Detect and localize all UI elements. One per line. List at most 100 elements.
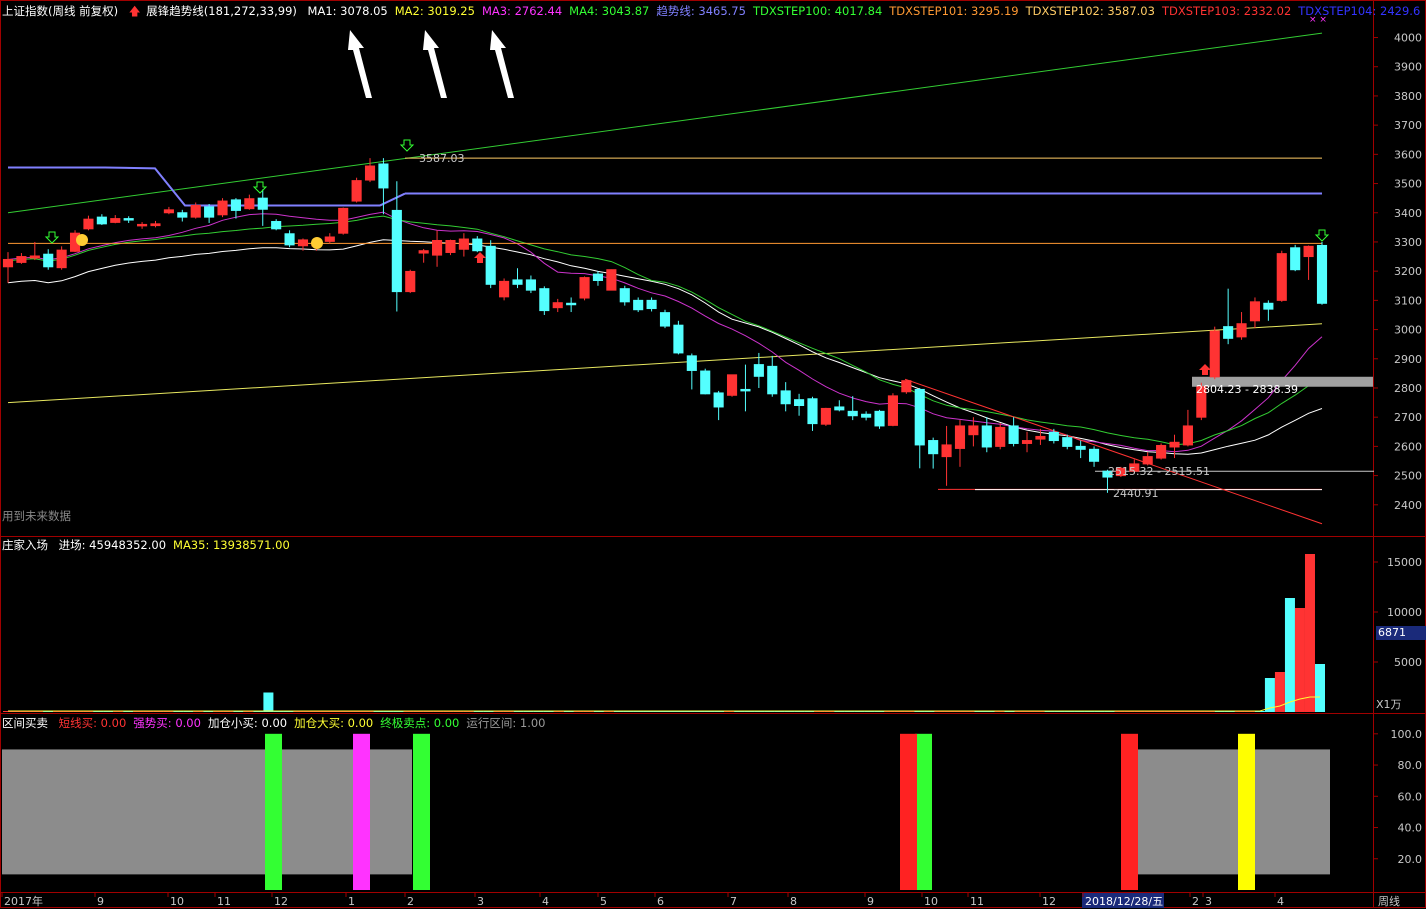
signal-header-item-0: 短线买: 0.00: [58, 716, 127, 730]
indicator-name: 展锋趋势线(181,272,33,99): [146, 4, 297, 18]
candle-body: [606, 269, 617, 291]
candle-body: [1062, 437, 1073, 447]
candle-body: [1075, 445, 1086, 450]
candle-body: [485, 245, 496, 285]
candle-body: [1209, 330, 1220, 378]
candle-body: [163, 209, 174, 214]
down-arrow-icon: [399, 139, 415, 152]
main-ytick-label: 2700: [1394, 411, 1422, 424]
ma4-line: [7, 215, 1323, 446]
candle-body: [887, 395, 898, 426]
xaxis-label: 1: [348, 895, 355, 908]
main-header-item-1: MA2: 3019.25: [394, 4, 475, 18]
candle-body: [686, 355, 697, 371]
main-chart-svg[interactable]: 2400 2500 2600 2700 2800 2900 3000 3100 3200 3300…: [0, 0, 1426, 908]
current-volume-badge: 6871: [1376, 626, 1426, 640]
xaxis-label: 10: [170, 895, 184, 908]
candle-body: [1048, 431, 1059, 442]
signal-ytick-label: 100.0: [1391, 728, 1423, 741]
xaxis-label: 3: [477, 895, 484, 908]
main-header-item-8: TDXSTEP103: 2332.02: [1161, 4, 1292, 18]
volume-bar: [263, 692, 274, 712]
candle-body: [432, 239, 443, 256]
candle-body: [1182, 425, 1193, 446]
candle-body: [1169, 441, 1180, 448]
candle-body: [297, 239, 309, 247]
main-header: 上证指数(周线 前复权) 🡅 展锋趋势线(181,272,33,99) MA1:…: [2, 3, 1426, 19]
candle-body: [1303, 245, 1314, 258]
signal-header-item-2: 加仓小买: 0.00: [207, 716, 288, 730]
volume-header: 庄家入场 进场: 45948352.00 MA35: 13938571.00: [2, 537, 304, 553]
down-trend-line: [904, 378, 1323, 525]
candle-body: [673, 324, 684, 354]
candle-body: [847, 410, 858, 417]
low-price-label: 2440.91: [1113, 487, 1159, 500]
candle-body: [284, 233, 295, 246]
candle-body: [579, 277, 590, 299]
candle-body: [1276, 253, 1287, 301]
candle-body: [659, 312, 671, 327]
candle-body: [29, 255, 40, 259]
candle-body: [713, 392, 724, 408]
main-ytick-label: 3700: [1394, 119, 1422, 132]
main-title: 上证指数(周线 前复权): [2, 4, 119, 18]
xaxis-label: 12: [274, 895, 288, 908]
main-ytick-label: 2600: [1394, 440, 1422, 453]
candle-body: [525, 279, 536, 291]
candle-body: [633, 299, 644, 311]
volume-header-item-0: 进场: 45948352.00: [58, 538, 167, 552]
candle-body: [1223, 326, 1234, 339]
up-arrow-icon: [474, 252, 486, 263]
xaxis-label: 8: [790, 895, 797, 908]
period-label[interactable]: 周线: [1378, 893, 1400, 909]
signal-bar: [1121, 733, 1138, 890]
trend-line-early: [8, 166, 406, 207]
xaxis-label: 11: [970, 895, 984, 908]
coin-icon: [76, 234, 88, 246]
candle-body: [230, 199, 241, 211]
signal-bar: [915, 733, 932, 890]
main-header-item-0: MA1: 3078.05: [307, 4, 388, 18]
signal-header-item-4: 终极卖点: 0.00: [380, 716, 460, 730]
main-ytick-label: 2500: [1394, 470, 1422, 483]
ma2-line: [7, 323, 1323, 404]
candle-body: [914, 388, 925, 446]
main-ytick-label: 3500: [1394, 178, 1422, 191]
candle-body: [928, 440, 939, 455]
down-arrow-icon: [1314, 229, 1330, 242]
volume-bar: [1284, 598, 1295, 712]
candle-body: [338, 207, 349, 234]
xaxis-label: 6: [657, 895, 664, 908]
main-ytick-label: 3600: [1394, 148, 1422, 161]
volume-bar: [1294, 608, 1305, 712]
candle-body: [405, 270, 416, 293]
candle-body: [592, 273, 604, 282]
main-header-item-9: TDXSTEP104: 2429.6: [1298, 4, 1421, 18]
candle-body: [1021, 440, 1033, 444]
candle-body: [874, 410, 885, 427]
candle-body: [1236, 323, 1247, 338]
candle-body: [257, 197, 268, 210]
candle-body: [364, 165, 376, 181]
xaxis-label: 3: [1205, 895, 1212, 908]
volume-ytick-label: 15000: [1387, 556, 1422, 569]
candle-body: [820, 407, 831, 425]
candle-body: [16, 256, 27, 263]
main-header-item-2: MA3: 2762.44: [481, 4, 563, 18]
up-arrow-icon: 🡅: [128, 4, 141, 18]
volume-ytick-label: 10000: [1387, 606, 1422, 619]
signal-bar: [265, 733, 282, 890]
xaxis-label: 9: [97, 895, 104, 908]
chart-stage[interactable]: 2400 2500 2600 2700 2800 2900 3000 3100 3200 3300…: [0, 0, 1426, 908]
candle-body: [1089, 448, 1100, 462]
candle-body: [1316, 244, 1328, 304]
candle-body: [1156, 445, 1167, 459]
xaxis-label: 4: [542, 895, 549, 908]
candle-body: [1008, 425, 1019, 444]
signal-header: 区间买卖 短线买: 0.00 强势买: 0.00 加仓小买: 0.00 加仓大买: 0…: [2, 715, 560, 731]
candle-body: [123, 218, 134, 221]
signal-ytick-label: 80.0: [1398, 759, 1423, 772]
volume-unit-label: X1万: [1376, 698, 1402, 711]
signal-ytick-label: 60.0: [1398, 790, 1423, 803]
candle-body: [458, 238, 469, 250]
